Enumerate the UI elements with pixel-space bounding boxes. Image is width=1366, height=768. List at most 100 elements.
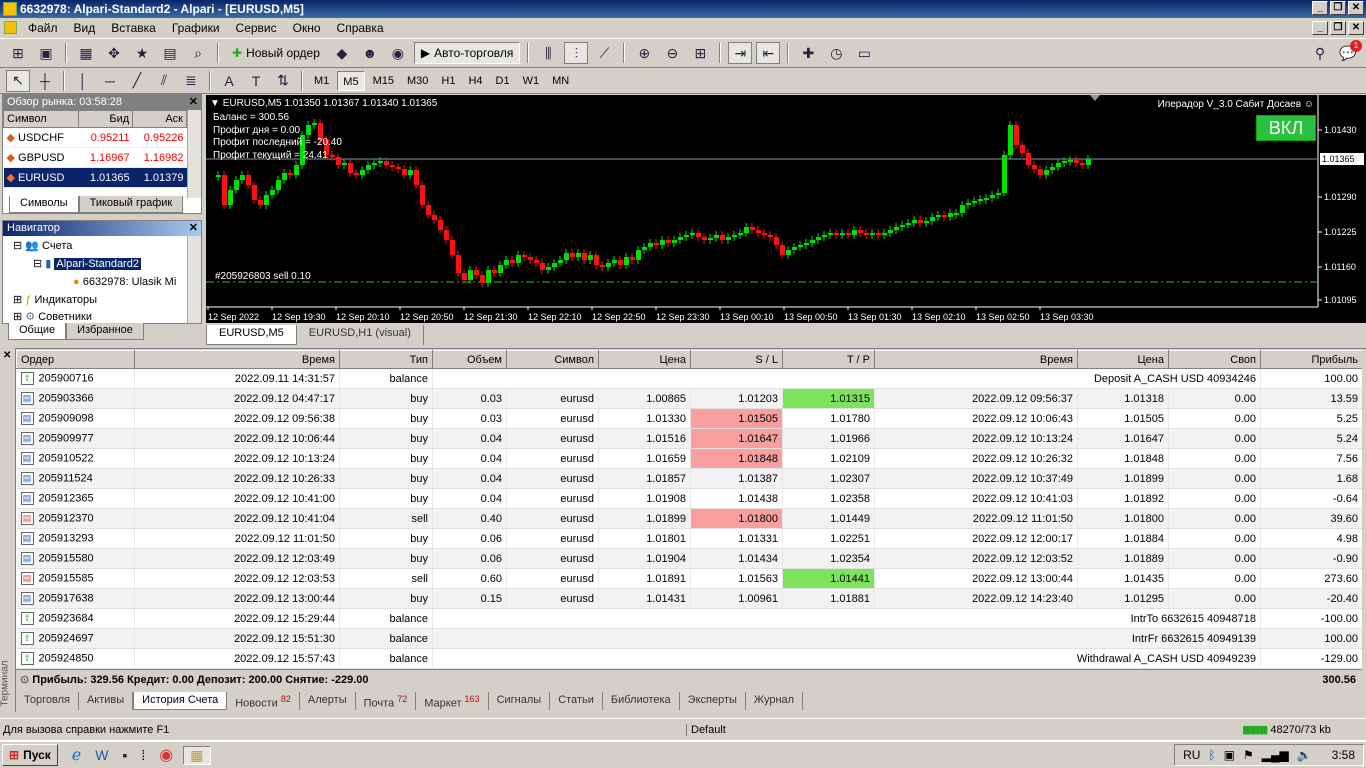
cursor-icon[interactable]: ↖ xyxy=(6,69,30,92)
text-label-icon[interactable]: T xyxy=(244,70,268,92)
table-row[interactable]: ▤ 205912365 2022.09.12 10:41:00 buy 0.04 euru… xyxy=(16,488,1362,509)
new-order-button[interactable]: ✚ Новый ордер xyxy=(226,42,326,64)
fibonacci-icon[interactable]: ≣ xyxy=(179,70,203,92)
table-row[interactable]: ▤ 205909098 2022.09.12 09:56:38 buy 0.03 euru… xyxy=(16,408,1362,429)
signal-icon[interactable]: ▂▄▆ xyxy=(1262,748,1289,762)
metaeditor-icon[interactable]: ◆ xyxy=(330,42,354,64)
strategy-tester-icon[interactable]: ⌕ xyxy=(186,42,210,64)
network-icon[interactable]: ▣ xyxy=(1224,748,1235,762)
col-order[interactable]: Ордер xyxy=(16,350,135,369)
on-button[interactable]: ВКЛ xyxy=(1256,115,1316,141)
col-volume[interactable]: Объем xyxy=(432,350,507,369)
start-button[interactable]: ⊞ Пуск xyxy=(2,744,58,766)
terminal-tab[interactable]: Алерты xyxy=(300,692,356,710)
col-sl[interactable]: S / L xyxy=(690,350,783,369)
community-icon[interactable]: ☻ xyxy=(358,42,382,64)
tf-w1[interactable]: W1 xyxy=(518,71,545,91)
autotrading-button[interactable]: ▶ Авто-торговля xyxy=(413,42,521,64)
tab-common[interactable]: Общие xyxy=(8,323,67,340)
terminal-tab[interactable]: Статьи xyxy=(550,692,603,710)
arrows-icon[interactable]: ⇅ xyxy=(271,70,295,92)
chat-icon[interactable]: 💬 1 xyxy=(1336,40,1362,64)
periods-icon[interactable]: ◷ xyxy=(824,42,848,64)
text-icon[interactable]: A xyxy=(217,70,241,92)
vertical-line-icon[interactable]: │ xyxy=(71,70,95,92)
tab-symbols[interactable]: Символы xyxy=(9,196,79,213)
chart-tab-eurusd-h1[interactable]: EURUSD,H1 (visual) xyxy=(297,325,424,345)
menu-tools[interactable]: Сервис xyxy=(228,18,285,38)
tab-tick-chart[interactable]: Тиковый график xyxy=(78,196,184,213)
terminal-tab[interactable]: Активы xyxy=(79,692,134,710)
close-icon[interactable]: ✕ xyxy=(189,221,198,236)
ie-icon[interactable]: ℯ xyxy=(72,745,81,765)
terminal-tab[interactable]: Эксперты xyxy=(680,692,746,710)
bar-chart-icon[interactable]: ⫼ xyxy=(536,42,560,64)
horizontal-line-icon[interactable]: ─ xyxy=(98,70,122,92)
col-swap[interactable]: Своп xyxy=(1168,350,1261,369)
save-icon[interactable]: ▪ xyxy=(122,747,127,763)
table-row[interactable]: ▤ 205913293 2022.09.12 11:01:50 buy 0.06 euru… xyxy=(16,528,1362,549)
nav-accounts[interactable]: ⊟ 👥 Счета xyxy=(13,237,72,255)
zoom-out-icon[interactable]: ⊖ xyxy=(660,42,684,64)
table-row[interactable]: ⇧ 205924697 2022.09.12 15:51:30 balance Intr… xyxy=(16,628,1362,649)
menu-file[interactable]: Файл xyxy=(20,18,66,38)
col-symbol[interactable]: Символ xyxy=(506,350,599,369)
terminal-tab[interactable]: Новости 82 xyxy=(227,692,300,710)
zoom-in-icon[interactable]: ⊕ xyxy=(632,42,656,64)
col-symbol[interactable]: Символ xyxy=(2,110,80,128)
mdi-close-button[interactable]: ✕ xyxy=(1348,21,1364,35)
terminal-tab[interactable]: Торговля xyxy=(16,692,79,710)
tf-m1[interactable]: M1 xyxy=(309,71,334,91)
close-button[interactable]: ✕ xyxy=(1348,1,1364,15)
nav-experts[interactable]: ⊞ ⚙ Советники xyxy=(13,308,92,322)
autoscroll-icon[interactable]: ⇤ xyxy=(756,42,781,64)
table-row[interactable]: ▤ 205903366 2022.09.12 04:47:17 buy 0.03 euru… xyxy=(16,388,1362,409)
table-row[interactable]: ▤ 205915585 2022.09.12 12:03:53 sell 0.60 eur… xyxy=(16,568,1362,589)
minimize-button[interactable]: _ xyxy=(1312,1,1328,15)
tf-m30[interactable]: M30 xyxy=(402,71,433,91)
scrollbar[interactable] xyxy=(187,110,201,198)
terminal-tab[interactable]: Маркет 163 xyxy=(416,692,489,710)
nav-account[interactable]: ● 6632978: Ulasik Mi xyxy=(73,273,185,291)
nav-server[interactable]: ⊟ ▮ Alpari-Standard2 xyxy=(33,255,141,273)
terminal-tab[interactable]: Библиотека xyxy=(603,692,680,710)
tf-d1[interactable]: D1 xyxy=(491,71,515,91)
table-row[interactable]: ▤ 205909977 2022.09.12 10:06:44 buy 0.04 euru… xyxy=(16,428,1362,449)
table-row[interactable]: ⇧ 205924850 2022.09.12 15:57:43 balance With… xyxy=(16,648,1362,669)
flag-icon[interactable]: ⚑ xyxy=(1243,748,1254,762)
col-time[interactable]: Время xyxy=(134,350,340,369)
metatrader-icon[interactable]: ▦ xyxy=(183,745,211,765)
chart-shift-icon[interactable]: ⇥ xyxy=(728,42,753,64)
scrollbar[interactable] xyxy=(187,236,201,323)
col-close-time[interactable]: Время xyxy=(874,350,1078,369)
volume-icon[interactable]: 🔈 xyxy=(1297,748,1312,762)
menu-view[interactable]: Вид xyxy=(66,18,104,38)
close-icon[interactable]: ✕ xyxy=(189,95,198,110)
close-icon[interactable]: ✕ xyxy=(3,350,11,361)
templates-icon[interactable]: ▭ xyxy=(852,42,876,64)
candlestick-icon[interactable]: ⫶ xyxy=(564,42,589,64)
tf-mn[interactable]: MN xyxy=(547,71,574,91)
terminal-tab[interactable]: История Счета xyxy=(133,692,228,710)
table-row[interactable]: ⇧ 205900716 2022.09.11 14:31:57 balance Depo… xyxy=(16,368,1362,389)
terminal-tab[interactable]: Журнал xyxy=(746,692,804,710)
profiles-icon[interactable]: ▣ xyxy=(34,42,58,64)
table-row[interactable]: ⇧ 205923684 2022.09.12 15:29:44 balance Intr… xyxy=(16,608,1362,629)
line-chart-icon[interactable]: ⟋ xyxy=(592,42,616,64)
indicators-icon[interactable]: ✚ xyxy=(796,42,820,64)
market-watch-icon[interactable]: ▦ xyxy=(74,42,98,64)
chart-canvas[interactable]: 1.01430 1.01290 1.01225 1.01160 1.01095 12 Se… xyxy=(206,95,1366,323)
channel-icon[interactable]: ⫽ xyxy=(152,70,176,92)
terminal-icon[interactable]: ▤ xyxy=(158,42,182,64)
language-indicator[interactable]: RU xyxy=(1183,748,1200,762)
crosshair-icon[interactable]: ┼ xyxy=(33,70,57,92)
bluetooth-icon[interactable]: ᛒ xyxy=(1208,748,1215,762)
mdi-restore-button[interactable]: ❐ xyxy=(1330,21,1346,35)
col-profit[interactable]: Прибыль xyxy=(1260,350,1362,369)
table-row[interactable]: ▤ 205912370 2022.09.12 10:41:04 sell 0.40 eur… xyxy=(16,508,1362,529)
menu-help[interactable]: Справка xyxy=(329,18,392,38)
tile-windows-icon[interactable]: ⊞ xyxy=(688,42,712,64)
terminal-tab[interactable]: Почта 72 xyxy=(356,692,417,710)
table-row[interactable]: ▤ 205910522 2022.09.12 10:13:24 buy 0.04 euru… xyxy=(16,448,1362,469)
nav-indicators[interactable]: ⊞ ƒ Индикаторы xyxy=(13,291,97,309)
